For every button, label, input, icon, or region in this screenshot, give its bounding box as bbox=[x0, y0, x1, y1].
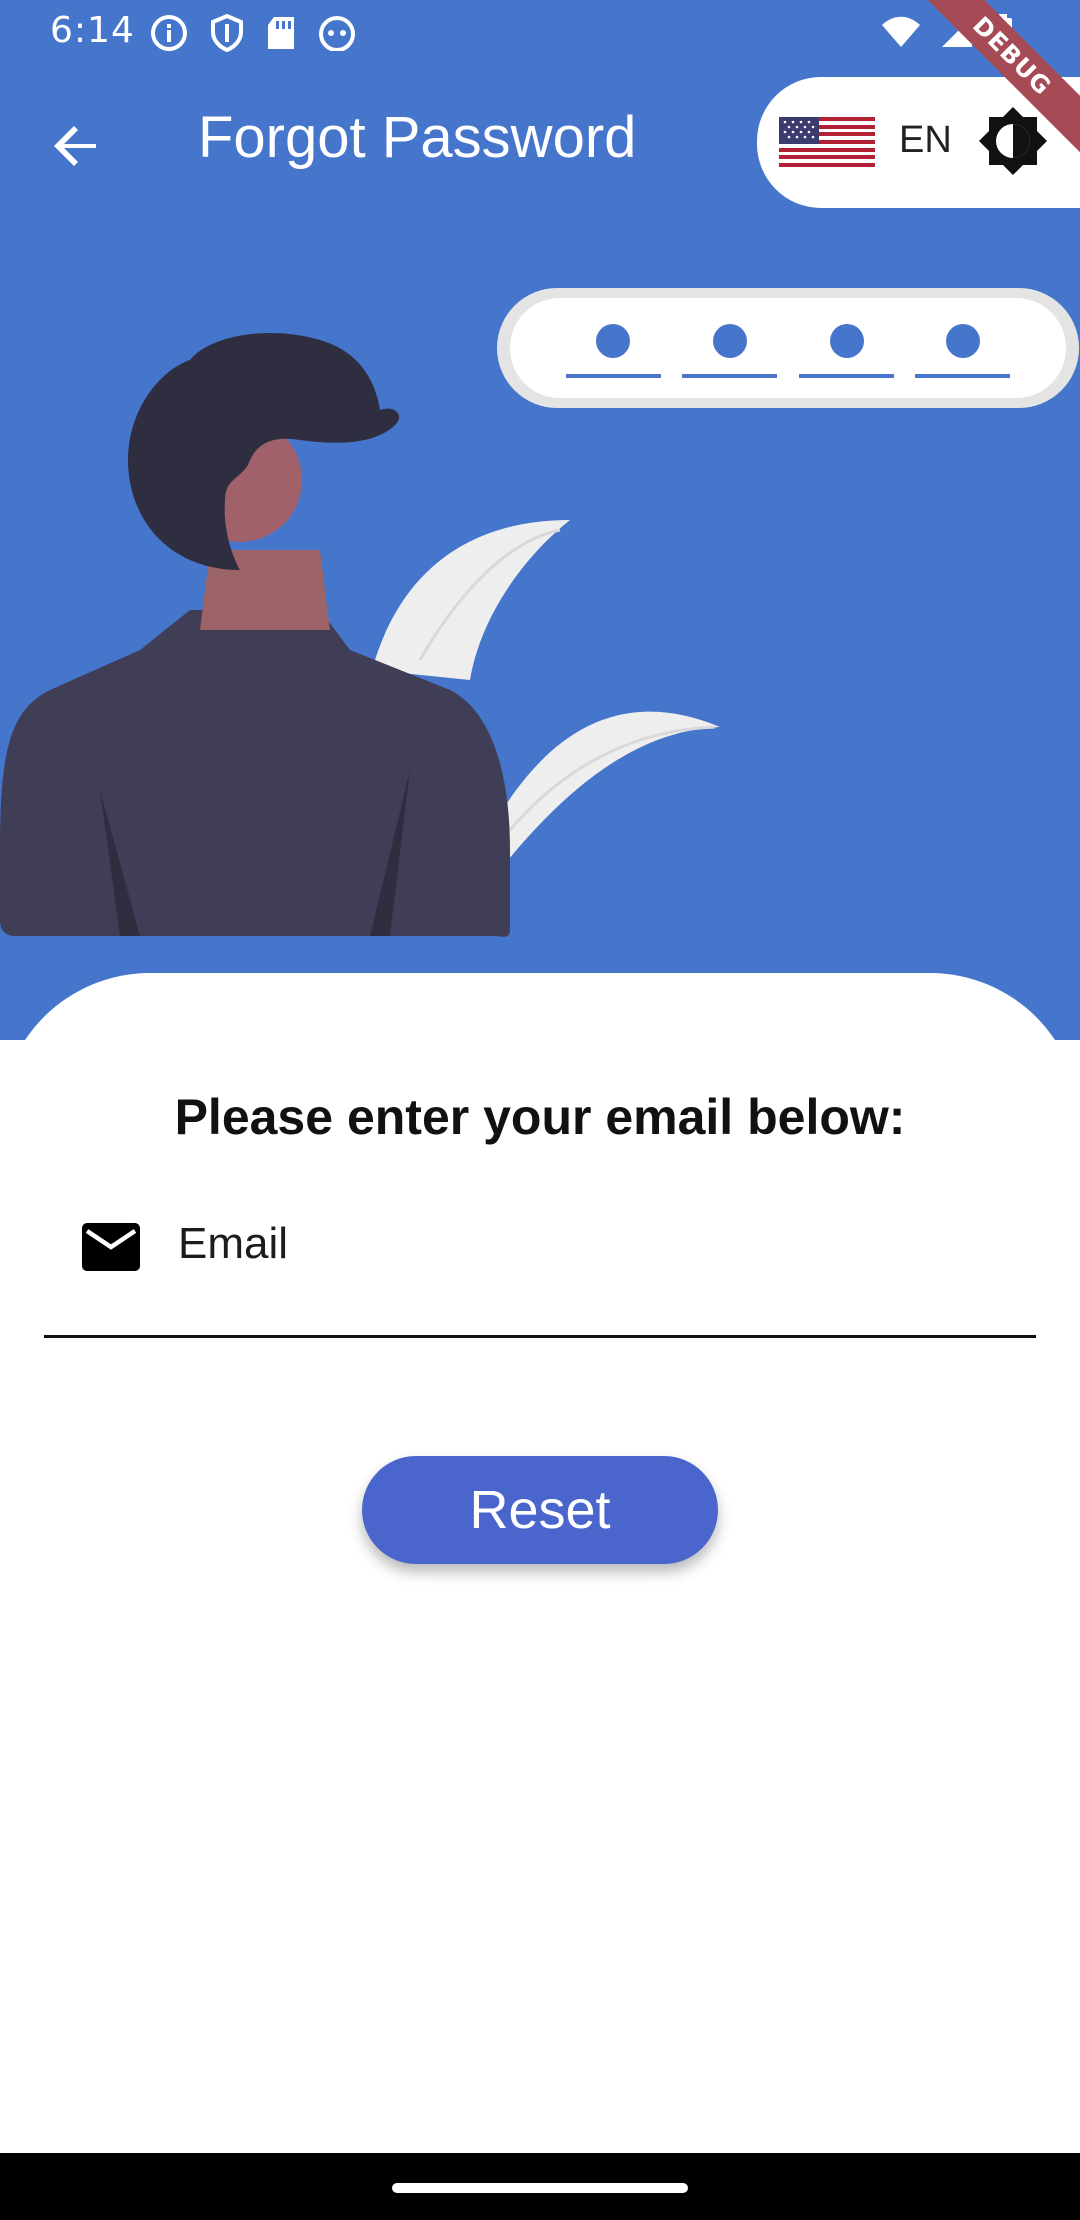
page-title: Forgot Password bbox=[198, 105, 637, 170]
back-button[interactable] bbox=[36, 106, 116, 186]
email-input[interactable] bbox=[176, 1207, 1000, 1281]
android-icon bbox=[319, 16, 355, 51]
debug-banner: DEBUG bbox=[920, 0, 1080, 160]
wifi-icon bbox=[882, 16, 920, 47]
reset-button[interactable]: Reset bbox=[362, 1456, 718, 1564]
email-field[interactable] bbox=[44, 1195, 1036, 1338]
debug-label: DEBUG bbox=[920, 0, 1080, 155]
sd-card-icon bbox=[268, 17, 294, 49]
form-prompt: Please enter your email below: bbox=[174, 1089, 906, 1145]
email-underline bbox=[44, 1335, 1036, 1338]
status-time: 6:14 bbox=[50, 10, 135, 51]
mail-icon bbox=[82, 1223, 140, 1271]
password-illustration bbox=[0, 288, 1079, 937]
info-icon bbox=[151, 15, 187, 51]
shield-icon bbox=[211, 14, 243, 52]
home-handle[interactable] bbox=[392, 2183, 688, 2193]
status-icons-left bbox=[150, 14, 356, 52]
us-flag-icon[interactable] bbox=[779, 117, 875, 167]
system-nav-bar bbox=[0, 2153, 1080, 2220]
status-bar: 6:14 bbox=[0, 0, 1080, 66]
pin-bubble bbox=[510, 298, 1066, 398]
arrow-back-icon bbox=[54, 126, 96, 166]
